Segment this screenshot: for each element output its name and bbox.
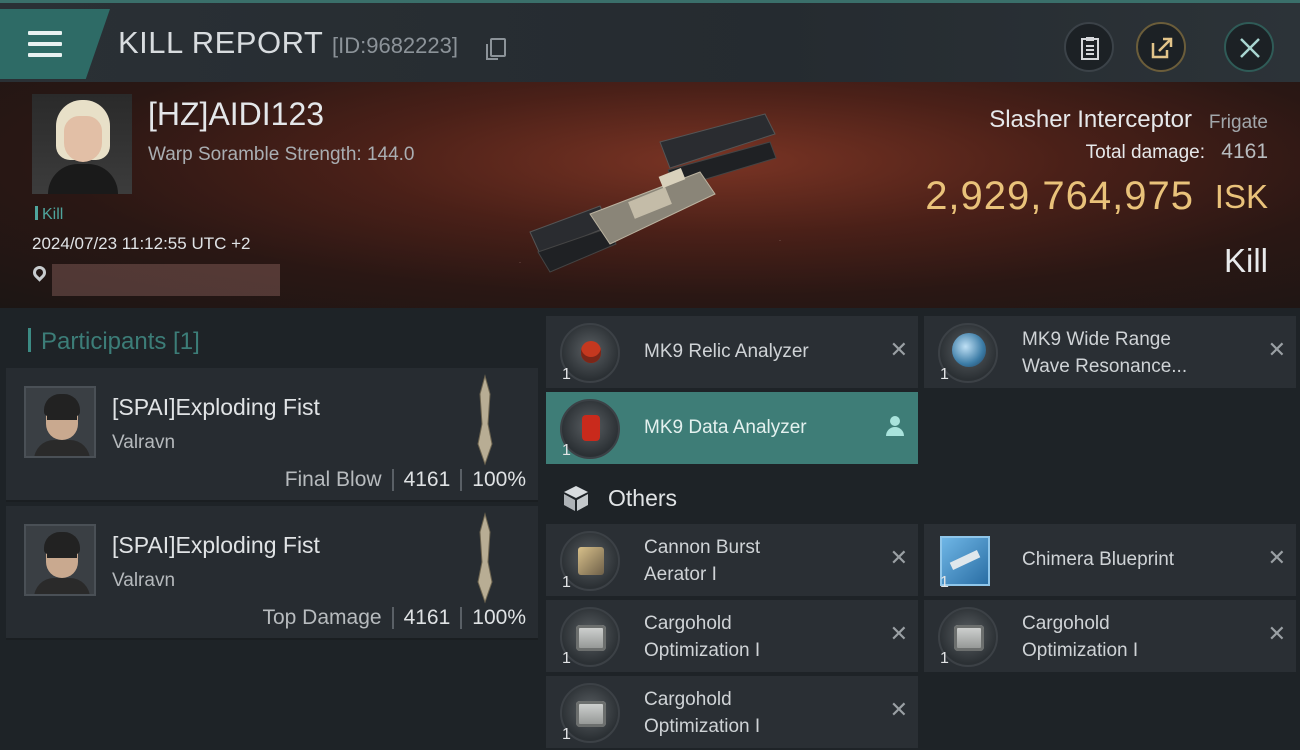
item-cargohold[interactable]: 1 Cargohold Optimization I ✕ [546, 600, 918, 672]
item-name: Cargohold Optimization I [644, 610, 760, 664]
stat-divider [391, 607, 394, 629]
participant-name: [SPAI]Exploding Fist [112, 394, 320, 420]
items-panel: 1 MK9 Relic Analyzer ✕ 1 MK9 Wide Range … [540, 308, 1300, 750]
participant-corp: Valravn [112, 570, 176, 591]
stat-divider [391, 469, 394, 491]
participant-role: Final Blow [284, 468, 382, 491]
item-name-line1: MK9 Wide Range [1022, 329, 1171, 350]
item-quantity: 1 [562, 574, 571, 591]
participant-percent: 100% [472, 468, 526, 491]
item-name: Chimera Blueprint [1022, 549, 1175, 570]
item-cargohold[interactable]: 1 Cargohold Optimization I ✕ [924, 600, 1296, 672]
cube-icon [564, 486, 588, 511]
participant-role: Top Damage [262, 606, 382, 629]
item-name: MK9 Wide Range Wave Resonance... [1022, 326, 1187, 380]
item-name-line1: Cargohold [1022, 613, 1110, 634]
participant-corp: Valravn [112, 432, 176, 453]
share-button[interactable] [1136, 22, 1186, 72]
item-name-line2: Aerator I [644, 564, 717, 585]
item-quantity: 1 [940, 366, 949, 383]
copy-icon[interactable] [486, 38, 506, 60]
person-icon [886, 416, 904, 438]
item-quantity: 1 [562, 442, 571, 459]
ship-image[interactable] [520, 102, 780, 282]
item-name-line1: Cannon Burst [644, 537, 761, 558]
participant-stats: Final Blow 4161 100% [285, 468, 526, 492]
participant-row[interactable]: [SPAI]Exploding Fist Valravn Top Damage … [6, 506, 538, 640]
participant-ship-icon[interactable] [472, 512, 498, 604]
participant-name: [SPAI]Exploding Fist [112, 532, 320, 558]
item-cargohold[interactable]: 1 Cargohold Optimization I ✕ [546, 676, 918, 748]
total-damage-value: 4161 [1221, 140, 1268, 163]
menu-button[interactable] [0, 9, 110, 79]
close-icon [1240, 38, 1260, 58]
kill-tag: Kill [35, 206, 63, 224]
destroyed-icon: ✕ [1267, 546, 1286, 571]
close-button[interactable] [1224, 22, 1274, 72]
item-quantity: 1 [562, 726, 571, 743]
total-damage-label: Total damage: [1085, 142, 1205, 163]
item-quantity: 1 [562, 366, 571, 383]
item-name-line2: Optimization I [1022, 640, 1139, 661]
item-chimera-blueprint[interactable]: 1 Chimera Blueprint ✕ [924, 524, 1296, 596]
destroyed-icon: ✕ [1267, 622, 1286, 647]
item-cannon-burst[interactable]: 1 Cannon Burst Aerator I ✕ [546, 524, 918, 596]
clipboard-icon [1081, 37, 1099, 60]
participants-panel: Participants [1] [SPAI]Exploding Fist Va… [0, 308, 540, 750]
kill-timestamp: 2024/07/23 11:12:55 UTC +2 [32, 234, 251, 253]
clipboard-button[interactable] [1064, 22, 1114, 72]
item-name-line1: Cargohold [644, 613, 732, 634]
participant-percent: 100% [472, 606, 526, 629]
victim-name[interactable]: [HZ]AIDI123 [148, 96, 324, 133]
others-section-header: Others [562, 480, 677, 516]
participant-damage: 4161 [403, 606, 451, 629]
ship-class: Frigate [1208, 112, 1268, 133]
stat-divider [460, 607, 463, 629]
participants-title: Participants [1] [28, 328, 200, 356]
warp-strength-text: Warp Soramble Strength: 144.0 [148, 144, 415, 165]
destroyed-icon: ✕ [889, 338, 908, 363]
item-name-line2: Optimization I [644, 640, 761, 661]
kill-result-label: Kill [1223, 242, 1268, 279]
destroyed-icon: ✕ [889, 698, 908, 723]
participant-portrait[interactable] [24, 524, 96, 596]
item-data-analyzer[interactable]: 1 MK9 Data Analyzer [546, 392, 918, 464]
victim-portrait[interactable] [32, 94, 132, 194]
item-name: MK9 Data Analyzer [644, 417, 807, 438]
stat-divider [460, 469, 463, 491]
report-id: [ID:9682223] [332, 33, 458, 58]
item-name: Cannon Burst Aerator I [644, 534, 760, 588]
victim-banner: [HZ]AIDI123 Warp Soramble Strength: 144.… [0, 82, 1300, 308]
others-label: Others [608, 484, 678, 511]
item-name: Cargohold Optimization I [1022, 610, 1138, 664]
header-bar: KILL REPORT [ID:9682223] [0, 0, 1300, 82]
ship-name[interactable]: Slasher Interceptor [989, 106, 1192, 134]
participant-row[interactable]: [SPAI]Exploding Fist Valravn Final Blow … [6, 368, 538, 502]
share-icon [1151, 37, 1173, 59]
page-title: KILL REPORT [118, 25, 324, 60]
location-field[interactable] [52, 264, 280, 296]
item-name-line1: Cargohold [644, 689, 732, 710]
location-pin-icon [30, 263, 49, 282]
destroyed-icon: ✕ [1267, 338, 1286, 363]
isk-value: 2,929,764,975 [925, 174, 1194, 218]
item-name-line2: Optimization I [644, 716, 761, 737]
item-wave-resonance[interactable]: 1 MK9 Wide Range Wave Resonance... ✕ [924, 316, 1296, 388]
participant-ship-icon[interactable] [472, 374, 498, 466]
hamburger-icon [28, 31, 62, 64]
item-name: Cargohold Optimization I [644, 686, 760, 740]
item-relic-analyzer[interactable]: 1 MK9 Relic Analyzer ✕ [546, 316, 918, 388]
item-quantity: 1 [940, 574, 949, 591]
item-quantity: 1 [940, 650, 949, 667]
destroyed-icon: ✕ [889, 546, 908, 571]
destroyed-icon: ✕ [889, 622, 908, 647]
isk-unit: ISK [1214, 178, 1268, 215]
item-name: MK9 Relic Analyzer [644, 341, 809, 362]
item-quantity: 1 [562, 650, 571, 667]
item-name-line2: Wave Resonance... [1022, 356, 1188, 377]
participant-damage: 4161 [403, 468, 451, 491]
participant-stats: Top Damage 4161 100% [262, 606, 526, 630]
participant-portrait[interactable] [24, 386, 96, 458]
